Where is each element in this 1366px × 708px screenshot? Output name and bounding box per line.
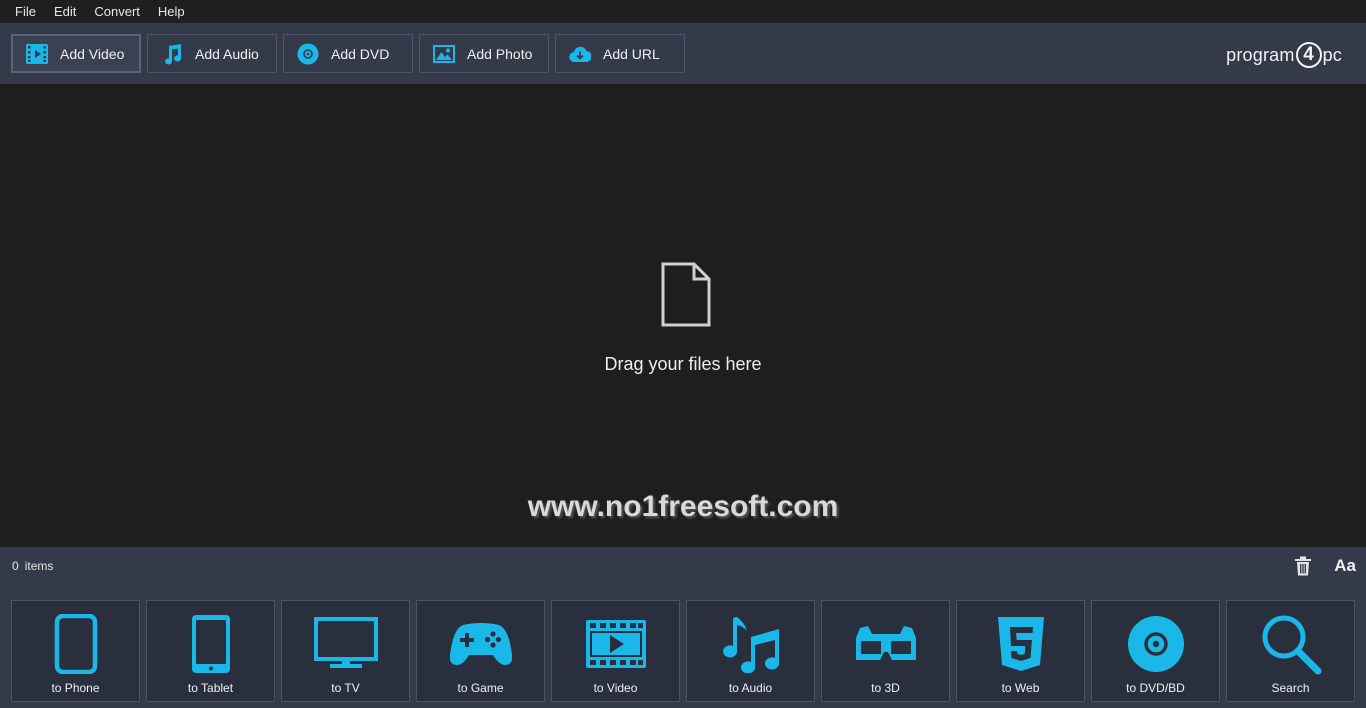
font-size-button[interactable]: Aa (1334, 556, 1356, 576)
add-video-button[interactable]: Add Video (11, 34, 141, 73)
film-icon (26, 43, 48, 65)
preset-label: to Phone (51, 681, 100, 695)
preset-to-web[interactable]: to Web (956, 600, 1085, 702)
cloud-download-icon (569, 43, 591, 65)
drop-zone[interactable]: Drag your files here www.no1freesoft.com (0, 84, 1366, 547)
preset-to-dvd-bd[interactable]: to DVD/BD (1091, 600, 1220, 702)
preset-search[interactable]: Search (1226, 600, 1355, 702)
add-audio-label: Add Audio (195, 45, 259, 62)
disc-icon (1092, 613, 1219, 675)
drop-hint: Drag your files here (604, 354, 762, 374)
preset-to-game[interactable]: to Game (416, 600, 545, 702)
preset-label: to Tablet (187, 681, 234, 695)
3d-glasses-icon (822, 613, 949, 675)
items-label: items (24, 559, 54, 573)
toolbar: Add Video Add Audio Add DVD Add Photo Ad… (0, 23, 1366, 84)
tablet-icon (147, 613, 274, 675)
add-url-label: Add URL (603, 45, 660, 62)
conversion-presets: to Phone to Tablet to TV to Game to Vide… (0, 585, 1366, 708)
preset-label: to DVD/BD (1126, 681, 1185, 695)
search-icon (1227, 613, 1354, 675)
preset-label: to 3D (871, 681, 900, 695)
preset-label: to TV (331, 681, 360, 695)
music-note-icon (161, 43, 183, 65)
menu-bar: File Edit Convert Help (0, 0, 1366, 23)
add-url-button[interactable]: Add URL (555, 34, 685, 73)
gamepad-icon (417, 613, 544, 675)
watermark: www.no1freesoft.com (527, 490, 839, 523)
status-bar: 0 items Aa (0, 547, 1366, 585)
add-dvd-label: Add DVD (331, 45, 390, 62)
preset-label: to Audio (728, 681, 773, 695)
trash-icon[interactable] (1294, 556, 1312, 576)
preset-label: Search (1271, 681, 1310, 695)
preset-to-audio[interactable]: to Audio (686, 600, 815, 702)
html5-icon (957, 613, 1084, 675)
add-dvd-button[interactable]: Add DVD (283, 34, 413, 73)
tv-icon (282, 613, 409, 675)
preset-to-tablet[interactable]: to Tablet (146, 600, 275, 702)
preset-label: to Web (1001, 681, 1040, 695)
add-audio-button[interactable]: Add Audio (147, 34, 277, 73)
image-icon (433, 43, 455, 65)
disc-icon (297, 43, 319, 65)
add-photo-label: Add Photo (467, 45, 533, 62)
film-play-icon (552, 613, 679, 675)
menu-convert[interactable]: Convert (85, 4, 149, 19)
preset-to-tv[interactable]: to TV (281, 600, 410, 702)
music-notes-icon (687, 613, 814, 675)
preset-to-3d[interactable]: to 3D (821, 600, 950, 702)
phone-icon (12, 613, 139, 675)
add-video-label: Add Video (60, 45, 125, 62)
file-icon (661, 262, 711, 327)
preset-label: to Game (457, 681, 504, 695)
preset-to-phone[interactable]: to Phone (11, 600, 140, 702)
menu-file[interactable]: File (6, 4, 45, 19)
item-count: 0 (12, 559, 19, 573)
preset-label: to Video (593, 681, 638, 695)
menu-help[interactable]: Help (149, 4, 194, 19)
add-photo-button[interactable]: Add Photo (419, 34, 549, 73)
preset-to-video[interactable]: to Video (551, 600, 680, 702)
menu-edit[interactable]: Edit (45, 4, 85, 19)
program4pc-logo: program 4 pc (1226, 39, 1342, 71)
